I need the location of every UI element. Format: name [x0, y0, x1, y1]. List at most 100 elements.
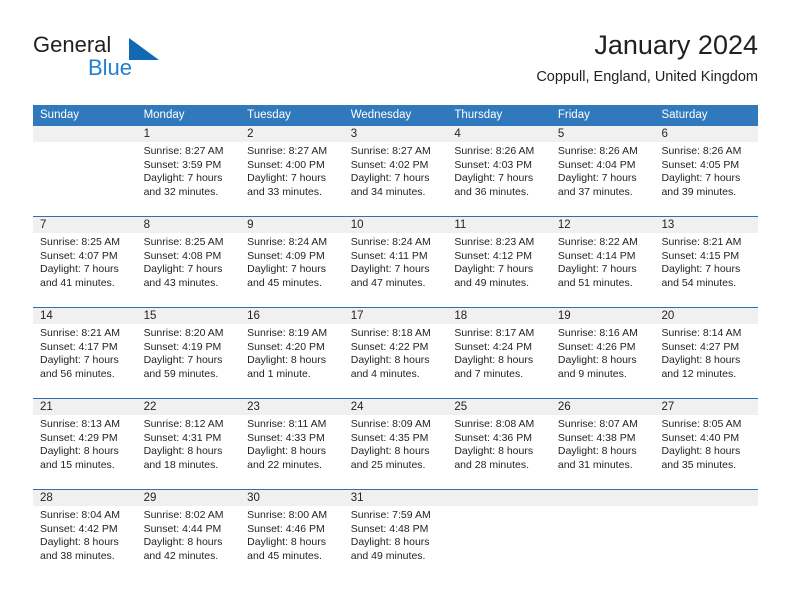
day-cell-17[interactable]: Sunrise: 8:18 AM Sunset: 4:22 PM Daylight:… — [344, 324, 448, 398]
day-number-16[interactable]: 16 — [240, 308, 344, 324]
day-info-line: Daylight: 7 hours — [247, 172, 326, 185]
day-cell-24[interactable]: Sunrise: 8:09 AM Sunset: 4:35 PM Daylight:… — [344, 415, 448, 489]
day-number-19[interactable]: 19 — [551, 308, 655, 324]
day-cell-28[interactable]: Sunrise: 8:04 AM Sunset: 4:42 PM Daylight:… — [33, 506, 137, 580]
day-cell-8[interactable]: Sunrise: 8:25 AM Sunset: 4:08 PM Daylight:… — [137, 233, 241, 307]
weekday-header-monday: Monday — [143, 109, 185, 121]
day-cell-14[interactable]: Sunrise: 8:21 AM Sunset: 4:17 PM Daylight:… — [33, 324, 137, 398]
day-cell-7[interactable]: Sunrise: 8:25 AM Sunset: 4:07 PM Daylight:… — [33, 233, 137, 307]
day-info-line: Sunset: 4:38 PM — [557, 431, 636, 444]
week-detail-band: Sunrise: 8:21 AM Sunset: 4:17 PM Daylight:… — [33, 324, 758, 398]
day-cell-31[interactable]: Sunrise: 7:59 AM Sunset: 4:48 PM Daylight:… — [344, 506, 448, 580]
day-number-22[interactable]: 22 — [137, 399, 241, 415]
day-cell-2[interactable]: Sunrise: 8:27 AM Sunset: 4:00 PM Daylight:… — [240, 142, 344, 216]
day-info-line: Daylight: 7 hours — [40, 263, 119, 276]
day-info-line: Sunset: 4:15 PM — [661, 249, 740, 262]
day-cell-16[interactable]: Sunrise: 8:19 AM Sunset: 4:20 PM Daylight:… — [240, 324, 344, 398]
day-cell-12[interactable]: Sunrise: 8:22 AM Sunset: 4:14 PM Daylight:… — [551, 233, 655, 307]
day-info-line: Sunset: 4:35 PM — [350, 431, 429, 444]
day-info-line: Sunset: 4:36 PM — [454, 431, 532, 444]
day-number-25[interactable]: 25 — [447, 399, 551, 415]
day-info-line: Sunset: 3:59 PM — [143, 158, 222, 171]
day-number-1[interactable]: 1 — [137, 126, 241, 142]
day-number-28[interactable]: 28 — [33, 490, 137, 506]
day-cell-19[interactable]: Sunrise: 8:16 AM Sunset: 4:26 PM Daylight:… — [551, 324, 655, 398]
day-info-line: and 7 minutes. — [454, 367, 524, 380]
day-number-27[interactable]: 27 — [654, 399, 758, 415]
generalblue-logo[interactable]: General Blue — [33, 32, 213, 88]
day-number-30[interactable]: 30 — [240, 490, 344, 506]
calendar-week-row: 1 2 3 4 5 6 Sunrise: 8:27 AM Sunset: 3:59 PM Day… — [33, 126, 758, 216]
day-cell-18[interactable]: Sunrise: 8:17 AM Sunset: 4:24 PM Daylight:… — [447, 324, 551, 398]
day-cell-9[interactable]: Sunrise: 8:24 AM Sunset: 4:09 PM Daylight:… — [240, 233, 344, 307]
day-number-13[interactable]: 13 — [654, 217, 758, 233]
day-number-9[interactable]: 9 — [240, 217, 344, 233]
day-cell-22[interactable]: Sunrise: 8:12 AM Sunset: 4:31 PM Daylight:… — [137, 415, 241, 489]
day-info-line: Sunrise: 8:07 AM — [557, 418, 638, 430]
calendar-week-row: 28 29 30 31 Sunrise: 8:04 AM Sunset: 4:42 PM D… — [33, 489, 758, 580]
day-cell-4[interactable]: Sunrise: 8:26 AM Sunset: 4:03 PM Daylight:… — [447, 142, 551, 216]
day-number-21[interactable]: 21 — [33, 399, 137, 415]
day-number-15[interactable]: 15 — [137, 308, 241, 324]
day-number-5[interactable]: 5 — [551, 126, 655, 142]
day-cell-23[interactable]: Sunrise: 8:11 AM Sunset: 4:33 PM Daylight:… — [240, 415, 344, 489]
day-cell-1[interactable]: Sunrise: 8:27 AM Sunset: 3:59 PM Daylight:… — [137, 142, 241, 216]
day-cell-20[interactable]: Sunrise: 8:14 AM Sunset: 4:27 PM Daylight:… — [654, 324, 758, 398]
day-number-14[interactable]: 14 — [33, 308, 137, 324]
day-number-11[interactable]: 11 — [447, 217, 551, 233]
day-cell-21[interactable]: Sunrise: 8:13 AM Sunset: 4:29 PM Daylight:… — [33, 415, 137, 489]
day-number-18[interactable]: 18 — [447, 308, 551, 324]
day-number-2[interactable]: 2 — [240, 126, 344, 142]
day-cell-29[interactable]: Sunrise: 8:02 AM Sunset: 4:44 PM Daylight:… — [137, 506, 241, 580]
day-number-7[interactable]: 7 — [33, 217, 137, 233]
day-info-line: Sunrise: 8:05 AM — [661, 418, 742, 430]
day-info-line: Daylight: 7 hours — [454, 172, 534, 185]
day-info-line: and 47 minutes. — [350, 276, 426, 289]
day-number-29[interactable]: 29 — [137, 490, 241, 506]
day-cell-27[interactable]: Sunrise: 8:05 AM Sunset: 4:40 PM Daylight:… — [654, 415, 758, 489]
calendar-page: General Blue January 2024 Coppull, Engla… — [0, 0, 792, 612]
day-cell-6[interactable]: Sunrise: 8:26 AM Sunset: 4:05 PM Daylight:… — [654, 142, 758, 216]
day-info-line: Daylight: 8 hours — [247, 536, 326, 549]
day-number-24[interactable]: 24 — [344, 399, 448, 415]
day-info-line: and 9 minutes. — [557, 367, 627, 380]
day-cell-13[interactable]: Sunrise: 8:21 AM Sunset: 4:15 PM Daylight:… — [654, 233, 758, 307]
day-info-line: and 42 minutes. — [143, 549, 219, 562]
day-info-line: Daylight: 8 hours — [350, 354, 430, 367]
day-number-26[interactable]: 26 — [551, 399, 655, 415]
day-info-line: Daylight: 7 hours — [350, 172, 430, 185]
day-info-line: Daylight: 8 hours — [661, 354, 741, 367]
day-number-31[interactable]: 31 — [344, 490, 448, 506]
day-cell-11[interactable]: Sunrise: 8:23 AM Sunset: 4:12 PM Daylight:… — [447, 233, 551, 307]
day-cell-26[interactable]: Sunrise: 8:07 AM Sunset: 4:38 PM Daylight:… — [551, 415, 655, 489]
day-number-23[interactable]: 23 — [240, 399, 344, 415]
day-cell-30[interactable]: Sunrise: 8:00 AM Sunset: 4:46 PM Daylight:… — [240, 506, 344, 580]
day-info-line: Sunrise: 8:27 AM — [350, 145, 431, 157]
day-info-line: and 22 minutes. — [247, 458, 322, 471]
day-number-4[interactable]: 4 — [447, 126, 551, 142]
day-cell-5[interactable]: Sunrise: 8:26 AM Sunset: 4:04 PM Daylight:… — [551, 142, 655, 216]
day-info-line: Daylight: 8 hours — [143, 536, 223, 549]
day-info-line: Sunrise: 8:13 AM — [40, 418, 120, 430]
week-date-band: 14 15 16 17 18 19 20 — [33, 308, 758, 324]
day-number-3[interactable]: 3 — [344, 126, 448, 142]
day-cell-25[interactable]: Sunrise: 8:08 AM Sunset: 4:36 PM Daylight:… — [447, 415, 551, 489]
day-info-line: Sunrise: 8:00 AM — [247, 509, 328, 521]
calendar-weeks: 1 2 3 4 5 6 Sunrise: 8:27 AM Sunset: 3:59 PM Day… — [33, 126, 758, 580]
day-cell-10[interactable]: Sunrise: 8:24 AM Sunset: 4:11 PM Daylight:… — [344, 233, 448, 307]
day-info-line: Daylight: 7 hours — [40, 354, 119, 367]
day-info-line: Sunrise: 8:21 AM — [40, 327, 120, 339]
day-number-8[interactable]: 8 — [137, 217, 241, 233]
day-number-20[interactable]: 20 — [654, 308, 758, 324]
day-info-line: and 18 minutes. — [143, 458, 219, 471]
weekday-header-wednesday: Wednesday — [350, 109, 412, 121]
day-number-17[interactable]: 17 — [344, 308, 448, 324]
day-number-12[interactable]: 12 — [551, 217, 655, 233]
weekday-header-sunday: Sunday — [40, 109, 80, 121]
day-cell-15[interactable]: Sunrise: 8:20 AM Sunset: 4:19 PM Daylight:… — [137, 324, 241, 398]
day-info-line: Sunset: 4:19 PM — [143, 340, 222, 353]
day-info-line: Sunset: 4:27 PM — [661, 340, 740, 353]
day-number-6[interactable]: 6 — [654, 126, 758, 142]
day-number-10[interactable]: 10 — [344, 217, 448, 233]
day-cell-3[interactable]: Sunrise: 8:27 AM Sunset: 4:02 PM Daylight:… — [344, 142, 448, 216]
